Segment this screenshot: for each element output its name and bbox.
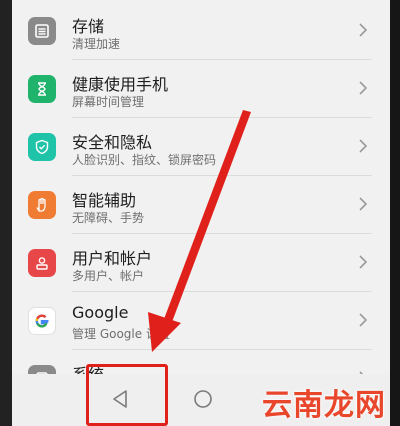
user-icon: [28, 249, 56, 277]
home-circle-icon[interactable]: [192, 388, 214, 410]
phone-bezel-left: [0, 0, 12, 426]
settings-item-subtitle: 管理 Google 设置: [72, 327, 170, 341]
settings-item-subtitle: 清理加速: [72, 37, 121, 51]
settings-item-title: 安全和隐私: [72, 133, 153, 152]
settings-item-subtitle: 多用户、帐户: [72, 269, 145, 283]
settings-item-google[interactable]: Google 管理 Google 设置: [12, 292, 390, 350]
chevron-right-icon: [359, 139, 368, 153]
watermark-logo: 云南龙网: [262, 388, 386, 423]
settings-item-title: 用户和帐户: [72, 249, 153, 268]
hand-icon: [28, 191, 56, 219]
settings-item-users-accounts[interactable]: 用户和帐户 多用户、帐户: [12, 234, 390, 292]
settings-item-title: 智能辅助: [72, 191, 137, 210]
settings-item-storage[interactable]: 存储 清理加速: [12, 2, 390, 60]
settings-item-subtitle: 无障碍、手势: [72, 211, 145, 225]
chevron-right-icon: [359, 81, 368, 95]
settings-item-title: 健康使用手机: [72, 75, 169, 94]
shield-icon: [28, 133, 56, 161]
settings-item-security-privacy[interactable]: 安全和隐私 人脸识别、指纹、锁屏密码: [12, 118, 390, 176]
settings-item-subtitle: 人脸识别、指纹、锁屏密码: [72, 153, 217, 167]
hourglass-icon: [28, 75, 56, 103]
chevron-right-icon: [359, 197, 368, 211]
google-icon: [28, 307, 56, 335]
settings-item-title: Google: [72, 303, 129, 322]
settings-item-subtitle: 屏幕时间管理: [72, 95, 145, 109]
settings-item-title: 存储: [72, 17, 105, 36]
chevron-right-icon: [359, 255, 368, 269]
settings-screen: 存储 清理加速 健康使用手机 屏幕时间管理 安全和隐私 人脸识别、指纹、锁屏密码: [12, 0, 390, 426]
back-triangle-icon[interactable]: [110, 388, 130, 410]
chevron-right-icon: [359, 23, 368, 37]
settings-item-digital-balance[interactable]: 健康使用手机 屏幕时间管理: [12, 60, 390, 118]
storage-icon: [28, 17, 56, 45]
settings-item-smart-assistance[interactable]: 智能辅助 无障碍、手势: [12, 176, 390, 234]
phone-bezel-right: [390, 0, 400, 426]
chevron-right-icon: [359, 313, 368, 327]
